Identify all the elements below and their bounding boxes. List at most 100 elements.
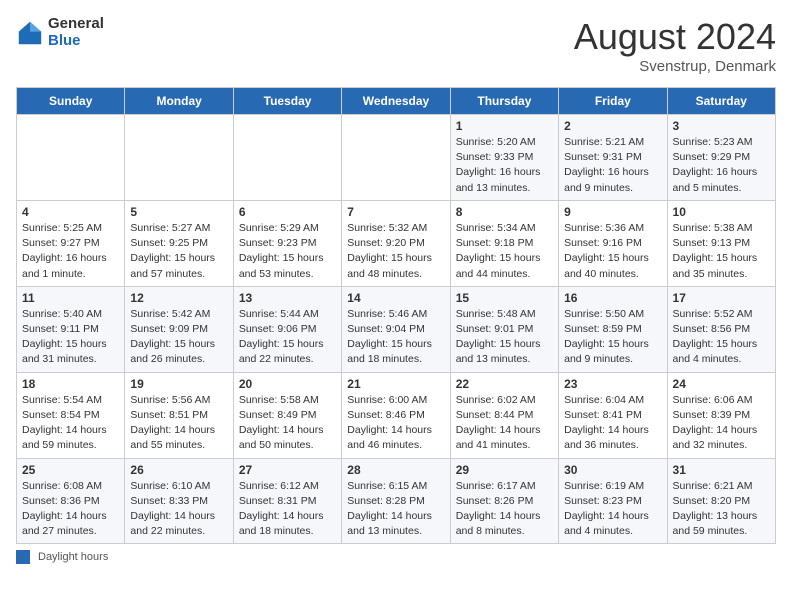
day-number: 1 [456, 119, 553, 133]
calendar-cell: 28Sunrise: 6:15 AM Sunset: 8:28 PM Dayli… [342, 458, 450, 544]
calendar-cell: 4Sunrise: 5:25 AM Sunset: 9:27 PM Daylig… [17, 200, 125, 286]
day-detail: Sunrise: 5:42 AM Sunset: 9:09 PM Dayligh… [130, 307, 227, 368]
calendar-cell: 19Sunrise: 5:56 AM Sunset: 8:51 PM Dayli… [125, 372, 233, 458]
calendar-cell: 15Sunrise: 5:48 AM Sunset: 9:01 PM Dayli… [450, 286, 558, 372]
day-detail: Sunrise: 5:44 AM Sunset: 9:06 PM Dayligh… [239, 307, 336, 368]
day-number: 29 [456, 463, 553, 477]
day-number: 11 [22, 291, 119, 305]
calendar-cell: 26Sunrise: 6:10 AM Sunset: 8:33 PM Dayli… [125, 458, 233, 544]
day-detail: Sunrise: 6:10 AM Sunset: 8:33 PM Dayligh… [130, 479, 227, 540]
day-detail: Sunrise: 6:06 AM Sunset: 8:39 PM Dayligh… [673, 393, 770, 454]
calendar-cell: 18 Sunrise: 5:54 AM Sunset: 8:54 PM Dayli… [17, 372, 125, 458]
day-detail: Sunrise: 5:29 AM Sunset: 9:23 PM Dayligh… [239, 221, 336, 282]
calendar-week-4: 25 Sunrise: 6:08 AM Sunset: 8:36 PM Dayli… [17, 458, 776, 544]
day-detail: Sunrise: 6:08 AM Sunset: 8:36 PM Dayligh… [22, 479, 119, 540]
title-block: August 2024 Svenstrup, Denmark [574, 16, 776, 75]
day-detail: Sunrise: 6:19 AM Sunset: 8:23 PM Dayligh… [564, 479, 661, 540]
day-number: 13 [239, 291, 336, 305]
day-number: 27 [239, 463, 336, 477]
calendar-cell: 3 Sunrise: 5:23 AM Sunset: 9:29 PM Daylig… [667, 115, 775, 201]
day-number: 5 [130, 205, 227, 219]
calendar-week-3: 18 Sunrise: 5:54 AM Sunset: 8:54 PM Dayli… [17, 372, 776, 458]
calendar-cell: 9Sunrise: 5:36 AM Sunset: 9:16 PM Daylig… [559, 200, 667, 286]
calendar-cell [17, 115, 125, 201]
calendar-cell: 21 Sunrise: 6:00 AM Sunset: 8:46 PM Dayli… [342, 372, 450, 458]
day-number: 8 [456, 205, 553, 219]
calendar-cell: 23 Sunrise: 6:04 AM Sunset: 8:41 PM Dayli… [559, 372, 667, 458]
calendar-cell: 6 Sunrise: 5:29 AM Sunset: 9:23 PM Daylig… [233, 200, 341, 286]
day-header-saturday: Saturday [667, 88, 775, 115]
calendar-week-1: 4Sunrise: 5:25 AM Sunset: 9:27 PM Daylig… [17, 200, 776, 286]
day-number: 31 [673, 463, 770, 477]
day-number: 25 [22, 463, 119, 477]
legend: Daylight hours [16, 550, 776, 564]
calendar-location: Svenstrup, Denmark [574, 58, 776, 75]
day-detail: Sunrise: 5:36 AM Sunset: 9:16 PM Dayligh… [564, 221, 661, 282]
day-number: 4 [22, 205, 119, 219]
calendar-title: August 2024 [574, 16, 776, 58]
day-header-tuesday: Tuesday [233, 88, 341, 115]
day-detail: Sunrise: 6:21 AM Sunset: 8:20 PM Dayligh… [673, 479, 770, 540]
calendar-cell: 12Sunrise: 5:42 AM Sunset: 9:09 PM Dayli… [125, 286, 233, 372]
legend-label: Daylight hours [38, 551, 108, 563]
page-header: General Blue August 2024 Svenstrup, Denm… [16, 16, 776, 75]
calendar-cell: 13 Sunrise: 5:44 AM Sunset: 9:06 PM Dayli… [233, 286, 341, 372]
day-number: 17 [673, 291, 770, 305]
day-detail: Sunrise: 5:40 AM Sunset: 9:11 PM Dayligh… [22, 307, 119, 368]
calendar-cell: 17Sunrise: 5:52 AM Sunset: 8:56 PM Dayli… [667, 286, 775, 372]
calendar-cell: 25 Sunrise: 6:08 AM Sunset: 8:36 PM Dayli… [17, 458, 125, 544]
calendar-cell: 1 Sunrise: 5:20 AM Sunset: 9:33 PM Daylig… [450, 115, 558, 201]
calendar-cell: 2Sunrise: 5:21 AM Sunset: 9:31 PM Daylig… [559, 115, 667, 201]
calendar-cell: 20 Sunrise: 5:58 AM Sunset: 8:49 PM Dayli… [233, 372, 341, 458]
day-number: 21 [347, 377, 444, 391]
day-number: 16 [564, 291, 661, 305]
day-number: 20 [239, 377, 336, 391]
calendar-cell [125, 115, 233, 201]
day-detail: Sunrise: 6:12 AM Sunset: 8:31 PM Dayligh… [239, 479, 336, 540]
days-header-row: SundayMondayTuesdayWednesdayThursdayFrid… [17, 88, 776, 115]
logo-text: General Blue [48, 16, 104, 49]
calendar-cell: 10Sunrise: 5:38 AM Sunset: 9:13 PM Dayli… [667, 200, 775, 286]
calendar-cell: 8Sunrise: 5:34 AM Sunset: 9:18 PM Daylig… [450, 200, 558, 286]
day-header-thursday: Thursday [450, 88, 558, 115]
logo-general: General [48, 16, 104, 33]
day-number: 18 [22, 377, 119, 391]
day-number: 24 [673, 377, 770, 391]
day-number: 2 [564, 119, 661, 133]
day-detail: Sunrise: 5:46 AM Sunset: 9:04 PM Dayligh… [347, 307, 444, 368]
day-detail: Sunrise: 5:50 AM Sunset: 8:59 PM Dayligh… [564, 307, 661, 368]
day-number: 7 [347, 205, 444, 219]
calendar-cell: 31 Sunrise: 6:21 AM Sunset: 8:20 PM Dayli… [667, 458, 775, 544]
logo-icon [16, 19, 44, 47]
calendar-cell: 24 Sunrise: 6:06 AM Sunset: 8:39 PM Dayli… [667, 372, 775, 458]
day-number: 22 [456, 377, 553, 391]
day-detail: Sunrise: 6:04 AM Sunset: 8:41 PM Dayligh… [564, 393, 661, 454]
day-detail: Sunrise: 5:56 AM Sunset: 8:51 PM Dayligh… [130, 393, 227, 454]
day-detail: Sunrise: 5:23 AM Sunset: 9:29 PM Dayligh… [673, 135, 770, 196]
day-number: 23 [564, 377, 661, 391]
calendar-cell: 22Sunrise: 6:02 AM Sunset: 8:44 PM Dayli… [450, 372, 558, 458]
logo: General Blue [16, 16, 104, 49]
day-detail: Sunrise: 6:17 AM Sunset: 8:26 PM Dayligh… [456, 479, 553, 540]
day-detail: Sunrise: 5:58 AM Sunset: 8:49 PM Dayligh… [239, 393, 336, 454]
calendar-cell: 11 Sunrise: 5:40 AM Sunset: 9:11 PM Dayli… [17, 286, 125, 372]
day-number: 30 [564, 463, 661, 477]
calendar-cell [342, 115, 450, 201]
day-header-wednesday: Wednesday [342, 88, 450, 115]
calendar-cell: 5Sunrise: 5:27 AM Sunset: 9:25 PM Daylig… [125, 200, 233, 286]
calendar-cell [233, 115, 341, 201]
day-header-friday: Friday [559, 88, 667, 115]
day-detail: Sunrise: 5:54 AM Sunset: 8:54 PM Dayligh… [22, 393, 119, 454]
day-detail: Sunrise: 6:00 AM Sunset: 8:46 PM Dayligh… [347, 393, 444, 454]
calendar-cell: 14 Sunrise: 5:46 AM Sunset: 9:04 PM Dayli… [342, 286, 450, 372]
day-detail: Sunrise: 5:38 AM Sunset: 9:13 PM Dayligh… [673, 221, 770, 282]
day-number: 3 [673, 119, 770, 133]
day-detail: Sunrise: 5:32 AM Sunset: 9:20 PM Dayligh… [347, 221, 444, 282]
day-number: 28 [347, 463, 444, 477]
calendar-week-2: 11 Sunrise: 5:40 AM Sunset: 9:11 PM Dayli… [17, 286, 776, 372]
day-detail: Sunrise: 5:20 AM Sunset: 9:33 PM Dayligh… [456, 135, 553, 196]
day-number: 14 [347, 291, 444, 305]
calendar-cell: 7 Sunrise: 5:32 AM Sunset: 9:20 PM Daylig… [342, 200, 450, 286]
calendar-table: SundayMondayTuesdayWednesdayThursdayFrid… [16, 87, 776, 544]
day-number: 6 [239, 205, 336, 219]
